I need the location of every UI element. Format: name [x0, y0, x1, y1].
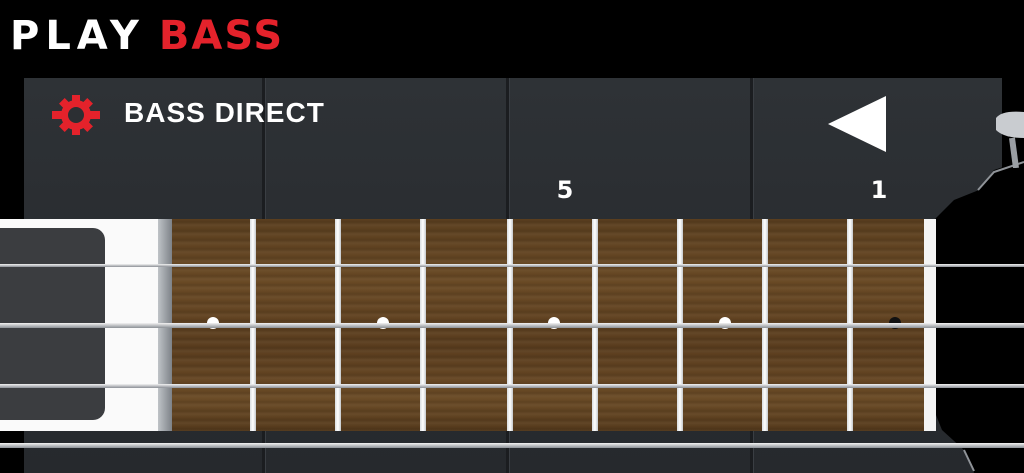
settings-label[interactable]: BASS DIRECT [124, 96, 325, 130]
back-triangle-icon [828, 96, 886, 152]
tuning-peg-icon [996, 111, 1024, 168]
string-d[interactable] [0, 323, 1024, 328]
string-e[interactable] [0, 443, 1024, 448]
string-a[interactable] [0, 384, 1024, 388]
fret-number-5: 5 [556, 176, 574, 204]
logo-word-play: PLAY [10, 13, 145, 59]
settings-button[interactable] [50, 93, 102, 137]
fret-number-1: 1 [870, 176, 888, 204]
gear-icon [52, 95, 100, 135]
string-g[interactable] [0, 264, 1024, 267]
back-button[interactable] [826, 94, 888, 154]
logo-word-bass: BASS [158, 13, 285, 59]
app-logo: PLAY BASS [10, 14, 284, 58]
headstock [934, 160, 1024, 473]
